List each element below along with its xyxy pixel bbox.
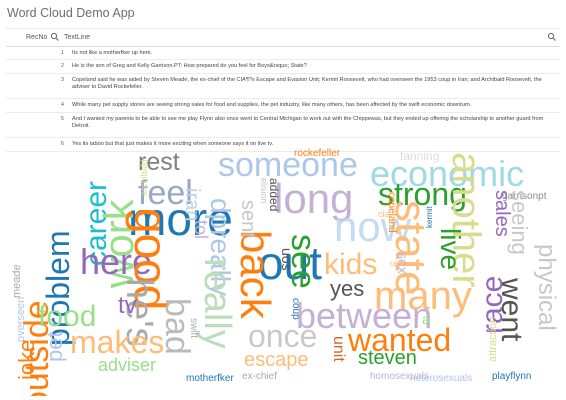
cloud-word[interactable]: swift (188, 318, 199, 338)
column-header-recno[interactable]: RecNo (26, 34, 47, 41)
cloud-word[interactable]: pet (42, 331, 67, 362)
cloud-word[interactable]: unit (330, 336, 347, 362)
cloud-word[interactable]: elision (259, 178, 269, 204)
textline-cell: Its not like a motherfker up here. (72, 50, 153, 56)
search-icon[interactable] (50, 32, 60, 42)
table-row[interactable]: 5 And I wanted my parents to be able to … (6, 113, 560, 138)
app-title: Word Cloud Demo App (7, 6, 135, 20)
table-row[interactable]: 3 Copeland said he was aided by Steven M… (6, 74, 560, 99)
textline-cell: He is the son of Greg and Kelly Garrison… (72, 63, 307, 69)
cloud-word[interactable]: adviser (98, 356, 156, 374)
cloud-word[interactable]: archibald (139, 159, 149, 196)
table-row[interactable]: 2 He is the son of Greg and Kelly Garris… (6, 60, 560, 74)
recno-cell: 2 (60, 63, 64, 69)
recno-cell: 1 (60, 50, 64, 56)
cloud-word[interactable]: a (422, 312, 430, 326)
cloud-word[interactable]: rockefeller (294, 149, 340, 159)
cloud-word[interactable]: radio (390, 260, 408, 268)
cloud-word[interactable]: added (267, 178, 281, 211)
cloud-word[interactable]: attraction (487, 317, 499, 362)
cloud-word[interactable]: joke (14, 340, 39, 380)
cloud-word[interactable]: tol (191, 220, 211, 239)
cloud-word[interactable]: playflynn (492, 372, 531, 382)
cloud-word[interactable]: ex-chief (242, 372, 277, 382)
cloud-word[interactable]: makes (70, 326, 164, 358)
table-header: RecNo TextLine (6, 29, 560, 47)
column-header-textline[interactable]: TextLine (64, 34, 90, 41)
cloud-word[interactable]: cia (378, 210, 390, 219)
cloud-word[interactable]: sent (237, 200, 259, 238)
word-cloud: rest someone rockefeller tanning economi… (6, 148, 560, 396)
textline-cell: Yes its taboo but that just makes it mor… (72, 141, 274, 147)
textline-cell: While many pet supply stores are seeing … (72, 102, 472, 108)
cloud-word[interactable]: back (232, 230, 279, 319)
cloud-word[interactable]: meade (11, 264, 23, 298)
cloud-word[interactable]: iran (181, 188, 203, 221)
cloud-word[interactable]: live (435, 228, 466, 270)
recno-cell: 4 (60, 102, 64, 108)
cloud-word[interactable]: kermit (425, 206, 434, 228)
table-body: 1 Its not like a motherfker up here. 2 H… (6, 47, 560, 152)
table-row[interactable]: 1 Its not like a motherfker up here. (6, 47, 560, 60)
cloud-word[interactable]: really (196, 258, 238, 349)
data-table: RecNo TextLine 1 Its not like a motherfk… (6, 28, 560, 152)
recno-cell: 3 (60, 77, 64, 83)
cloud-word[interactable]: once (248, 320, 317, 352)
cloud-word[interactable]: steven (358, 348, 417, 368)
cloud-word[interactable]: heterosexuals (410, 374, 472, 384)
cloud-word[interactable]: motherfker (186, 374, 234, 384)
textline-cell: Copeland said he was aided by Steven Mea… (72, 77, 542, 90)
cloud-word[interactable]: escape (244, 350, 309, 370)
search-icon[interactable] (547, 32, 557, 42)
textline-cell: And I wanted my parents to be able to se… (72, 116, 544, 129)
cloud-word[interactable]: uos (279, 248, 295, 271)
table-row[interactable]: 4 While many pet supply stores are seein… (6, 99, 560, 113)
cloud-word[interactable]: tv (118, 294, 137, 318)
cloud-word[interactable]: sales (491, 190, 513, 237)
recno-cell: 6 (60, 141, 64, 147)
cloud-word[interactable]: overseen (15, 297, 27, 342)
cloud-word[interactable]: coup (290, 298, 301, 320)
recno-cell: 5 (60, 116, 64, 122)
cloud-word[interactable]: physical (533, 244, 560, 331)
